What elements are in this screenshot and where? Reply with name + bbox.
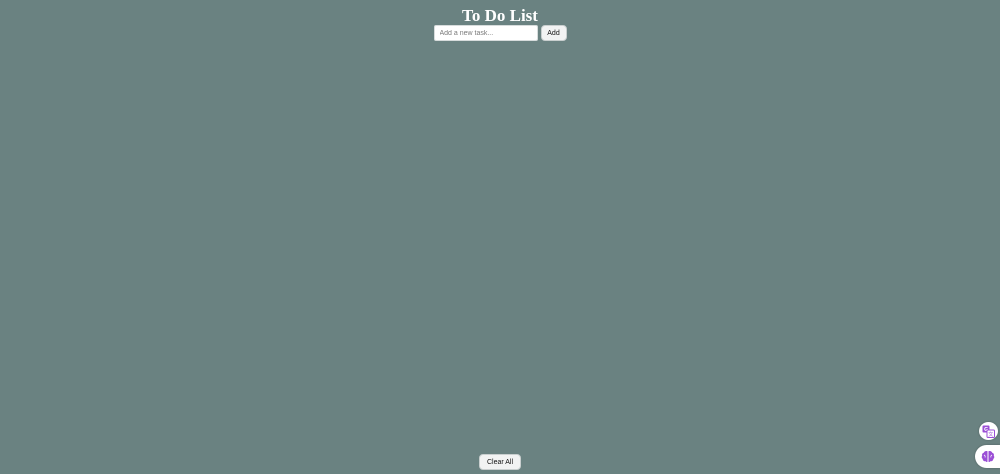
brain-extension-button[interactable] [975, 445, 1000, 468]
add-task-form: Add [0, 25, 1000, 41]
translate-extension-button[interactable]: G 文 [979, 422, 998, 440]
clear-all-button[interactable]: Clear All [479, 454, 521, 470]
add-task-button[interactable]: Add [540, 25, 567, 41]
new-task-input[interactable] [433, 25, 538, 41]
brain-icon [981, 450, 994, 462]
page-title: To Do List [462, 6, 538, 25]
svg-text:文: 文 [988, 431, 993, 438]
translate-icon: G 文 [982, 425, 995, 438]
task-list [0, 48, 1000, 448]
